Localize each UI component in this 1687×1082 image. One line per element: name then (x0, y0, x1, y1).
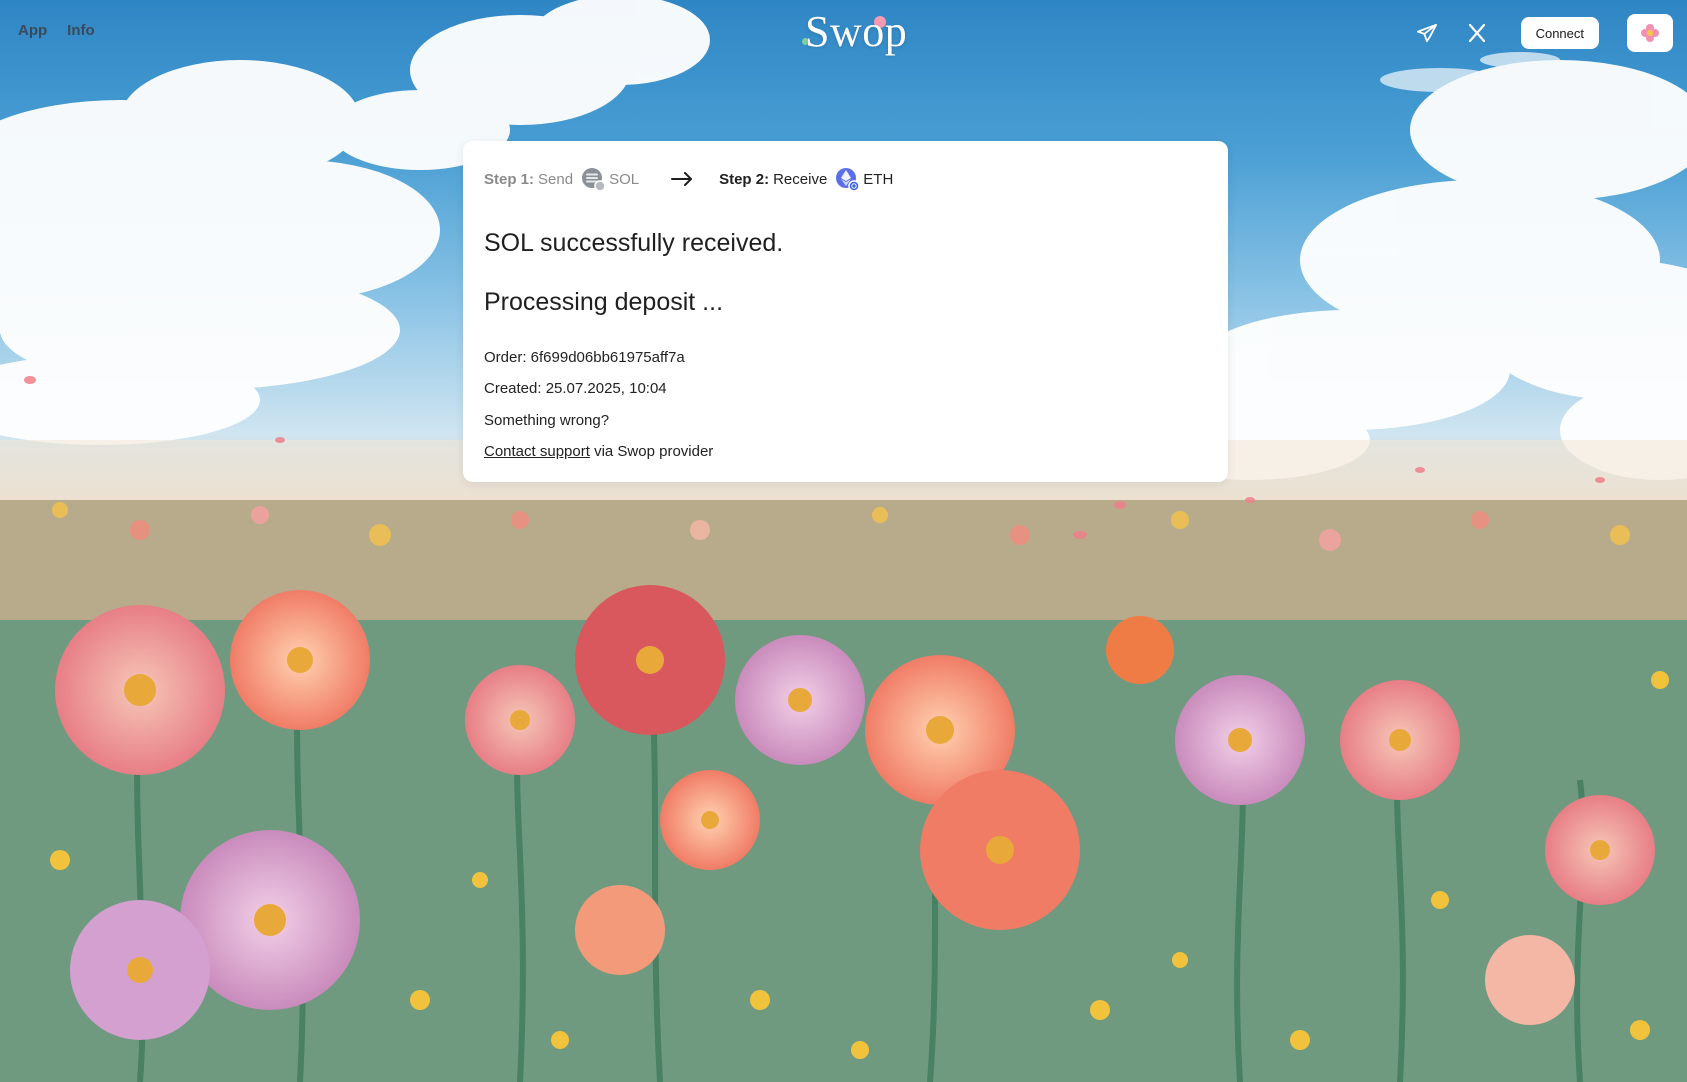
telegram-button[interactable] (1407, 15, 1447, 51)
help-question: Something wrong? (484, 412, 610, 429)
nav-link-app[interactable]: App (18, 22, 47, 39)
contact-support-link[interactable]: Contact support (484, 443, 590, 460)
created-date: Created: 25.07.2025, 10:04 (484, 380, 667, 397)
x-icon (1468, 23, 1485, 43)
profile-button[interactable] (1627, 14, 1673, 52)
top-nav: App Info (18, 22, 95, 39)
step1-label: Step 1: (484, 170, 535, 188)
telegram-icon (1416, 23, 1437, 43)
header-actions: Connect (1407, 14, 1673, 52)
step2-action: Receive (773, 170, 828, 188)
support-line: Contact support via Swop provider (484, 443, 713, 460)
received-message: SOL successfully received. (484, 229, 784, 257)
page: App Info Swop Connect Step 1: Send SOL S… (0, 0, 1687, 1082)
brand-logo[interactable]: Swop (805, 6, 907, 57)
step1-action: Send (538, 170, 574, 188)
flower-icon (1641, 24, 1659, 42)
step2-label: Step 2: (719, 170, 770, 188)
step-receive: Step 2: Receive ETH (719, 167, 894, 192)
swap-steps: Step 1: Send SOL Step 2: Receive ETH (484, 167, 894, 192)
arrow-right-icon (671, 172, 693, 186)
order-id: Order: 6f699d06bb61975aff7a (484, 349, 685, 366)
sol-token-icon (581, 167, 606, 192)
nav-link-info[interactable]: Info (67, 22, 95, 39)
order-status-card: Step 1: Send SOL Step 2: Receive ETH SOL… (463, 141, 1228, 482)
eth-token-icon (835, 167, 861, 192)
step-send: Step 1: Send SOL (484, 167, 640, 192)
step2-token: ETH (863, 170, 894, 188)
processing-message: Processing deposit ... (484, 288, 724, 316)
support-provider-text: via Swop provider (589, 443, 714, 460)
connect-button[interactable]: Connect (1520, 17, 1599, 49)
x-button[interactable] (1457, 15, 1497, 51)
step1-token: SOL (609, 170, 640, 188)
